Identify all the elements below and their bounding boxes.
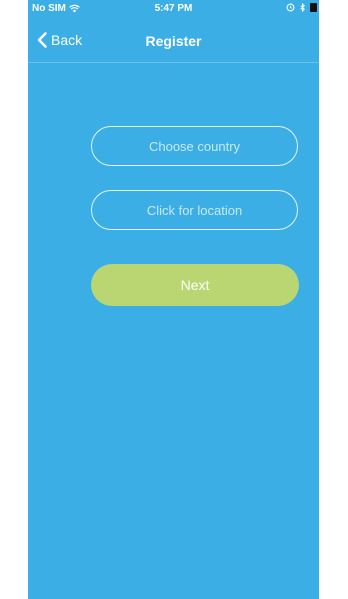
choose-country-placeholder: Choose country — [148, 138, 241, 154]
battery-icon — [310, 3, 317, 12]
navigation-bar: Back Register — [28, 18, 319, 63]
page-title: Register — [145, 33, 202, 49]
next-label: Next — [180, 277, 210, 293]
next-button[interactable]: Next — [91, 264, 299, 306]
bluetooth-icon — [300, 3, 305, 12]
alarm-icon — [286, 3, 295, 12]
location-button[interactable]: Click for location — [91, 190, 298, 230]
status-icons — [286, 3, 317, 12]
status-bar: No SIM 5:47 PM — [28, 0, 319, 18]
choose-country-button[interactable]: Choose country — [91, 126, 298, 166]
phone-screen: No SIM 5:47 PM Back Register Choose coun… — [28, 0, 319, 599]
location-placeholder: Click for location — [146, 202, 243, 218]
status-time: 5:47 PM — [154, 3, 193, 14]
